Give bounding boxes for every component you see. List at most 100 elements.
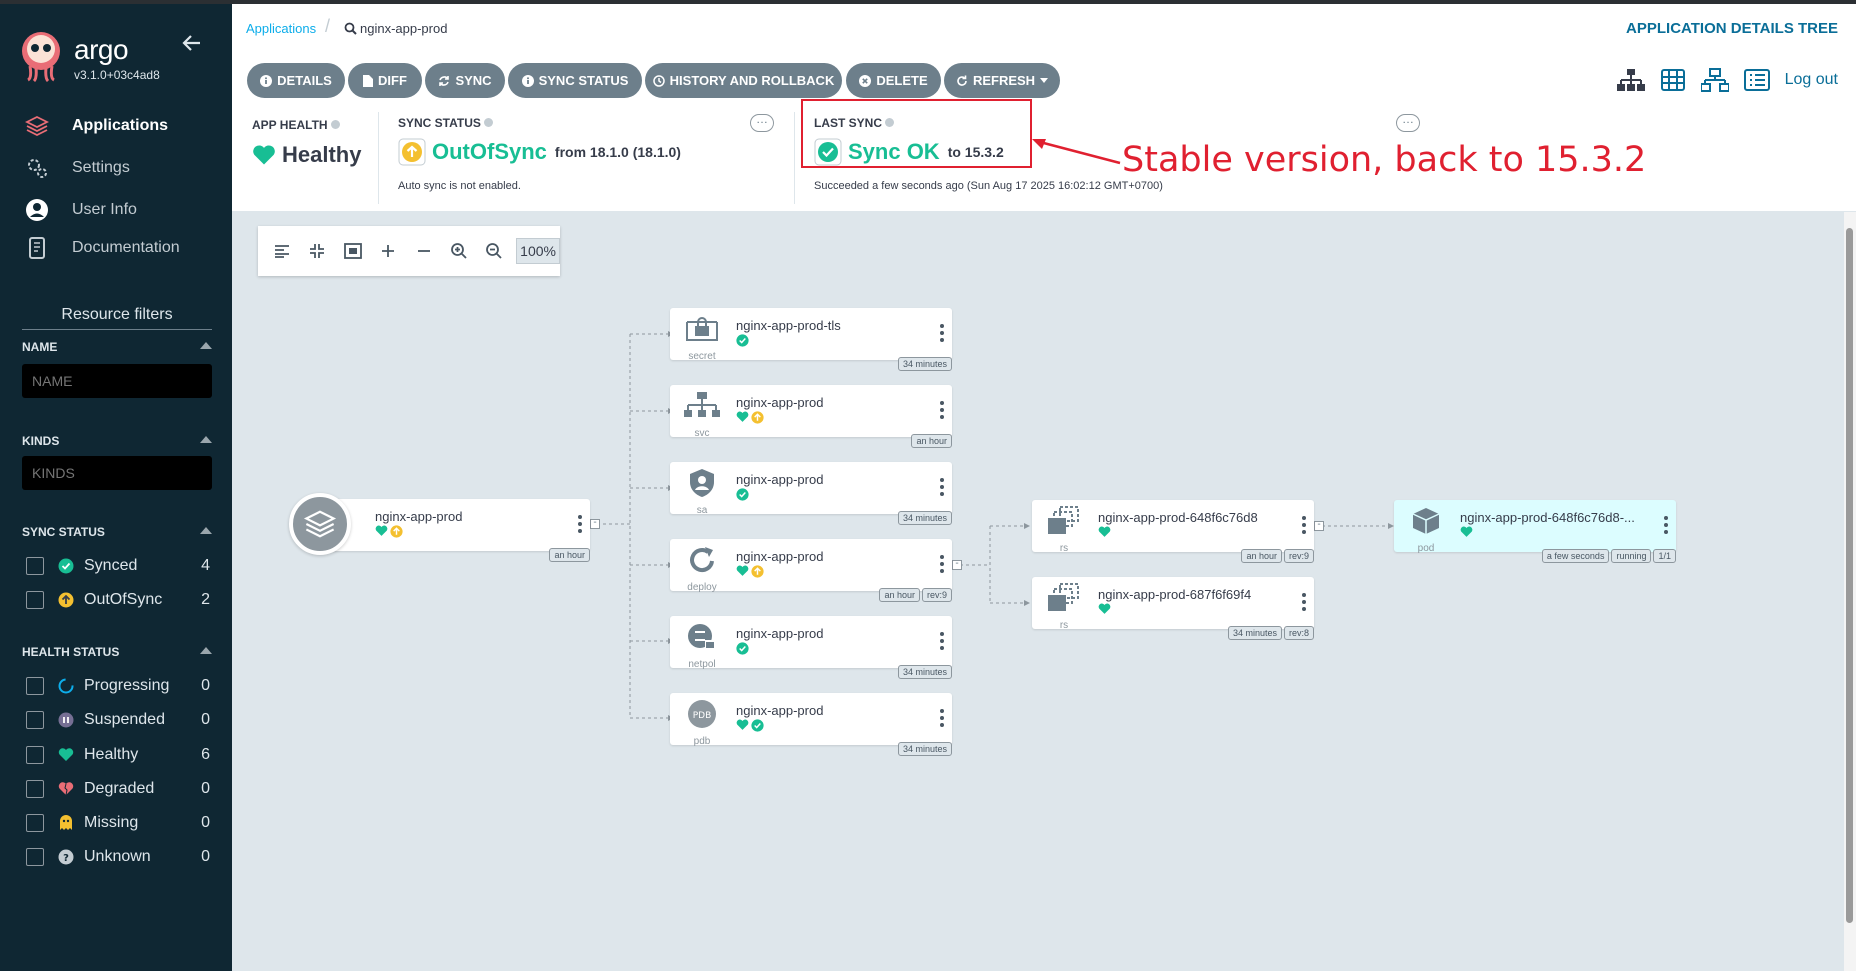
tag: rev:9 — [1283, 549, 1314, 563]
network-icon — [680, 391, 724, 431]
node-name: nginx-app-prod — [736, 472, 824, 487]
node-name: nginx-app-prod-tls — [736, 318, 841, 333]
node-menu-button[interactable] — [940, 401, 944, 419]
node-kind: netpol — [688, 659, 716, 670]
user-shield-icon — [680, 468, 724, 508]
node-name: nginx-app-prod-648f6c76d8-... — [1460, 510, 1635, 525]
resource-node-rs[interactable]: rs nginx-app-prod-687f6f69f4 34 minutes r… — [1032, 577, 1314, 640]
check-circle-icon — [736, 334, 749, 347]
resource-node-rs[interactable]: rs nginx-app-prod-648f6c76d8 an hour rev:… — [1032, 500, 1314, 563]
node-name: nginx-app-prod-648f6c76d8 — [1098, 510, 1258, 525]
heart-icon — [375, 525, 388, 536]
node-status-icons — [736, 334, 749, 347]
copy-stack-icon — [1042, 506, 1086, 546]
heart-icon — [736, 719, 749, 730]
node-name: nginx-app-prod — [736, 395, 824, 410]
node-tags: 34 minutes — [897, 742, 952, 756]
node-tags: 34 minutes — [897, 357, 952, 371]
tag: 1/1 — [1653, 549, 1676, 563]
node-status-icons — [1460, 526, 1473, 538]
pdb-badge-icon: PDB — [680, 699, 724, 739]
node-menu-button[interactable] — [1664, 516, 1668, 534]
node-tags: 34 minutes rev:8 — [1227, 626, 1314, 640]
resource-node-pod[interactable]: pod nginx-app-prod-648f6c76d8-... a few … — [1394, 500, 1676, 563]
node-menu-button[interactable] — [1302, 516, 1306, 534]
node-status-icons — [736, 719, 764, 732]
resource-node-pdb[interactable]: PDB pdb nginx-app-prod 34 minutes — [670, 693, 952, 756]
tag: 34 minutes — [897, 357, 952, 371]
tag: 34 minutes — [897, 665, 952, 679]
tag: rev:9 — [921, 588, 952, 602]
node-menu-button[interactable] — [940, 478, 944, 496]
tag: an hour — [549, 548, 590, 562]
redo-icon — [680, 545, 724, 585]
node-name: nginx-app-prod — [375, 509, 463, 524]
node-tags: an hour rev:9 — [1241, 549, 1314, 563]
heart-icon — [1460, 526, 1473, 537]
arrow-up-circle-icon — [751, 565, 764, 578]
heart-icon — [736, 411, 749, 422]
node-menu-button[interactable] — [940, 555, 944, 573]
node-status-icons — [375, 525, 403, 538]
application-node-icon — [289, 493, 351, 555]
node-kind: deploy — [687, 582, 717, 593]
node-name: nginx-app-prod — [736, 549, 824, 564]
heart-icon — [1098, 603, 1111, 614]
node-kind: rs — [1059, 620, 1069, 631]
tag: 34 minutes — [897, 511, 952, 525]
node-status-icons — [736, 411, 764, 424]
node-status-icons — [736, 488, 749, 501]
cube-icon — [1404, 506, 1448, 546]
arrow-up-circle-icon — [390, 525, 403, 538]
node-menu-button[interactable] — [940, 632, 944, 650]
node-kind: rs — [1059, 543, 1069, 554]
collapse-node-button[interactable]: - — [590, 518, 600, 529]
node-tags: an hour rev:9 — [879, 588, 952, 602]
node-tags: 34 minutes — [897, 511, 952, 525]
node-kind: sa — [696, 505, 708, 516]
heart-icon — [1098, 526, 1111, 537]
tag: an hour — [879, 588, 920, 602]
check-circle-icon — [751, 719, 764, 732]
tag: 34 minutes — [1227, 626, 1282, 640]
node-status-icons — [736, 565, 764, 578]
tag: running — [1611, 549, 1652, 563]
node-menu-button[interactable] — [940, 324, 944, 342]
node-status-icons — [1098, 526, 1111, 538]
tag: 34 minutes — [897, 742, 952, 756]
tag: rev:8 — [1283, 626, 1314, 640]
network-lock-icon — [680, 622, 724, 662]
collapse-node-button[interactable]: - — [952, 559, 962, 570]
node-kind: svc — [694, 428, 710, 439]
layers-icon — [303, 510, 337, 538]
node-name: nginx-app-prod — [736, 703, 824, 718]
resource-node-deploy[interactable]: deploy nginx-app-prod an hour rev:9 — [670, 539, 952, 602]
resource-node-secret[interactable]: secret nginx-app-prod-tls 34 minutes — [670, 308, 952, 371]
node-menu-button[interactable] — [1302, 593, 1306, 611]
tag: an hour — [1241, 549, 1282, 563]
tag: an hour — [911, 434, 952, 448]
arrow-up-circle-icon — [751, 411, 764, 424]
resource-node-sa[interactable]: sa nginx-app-prod 34 minutes — [670, 462, 952, 525]
node-menu-button[interactable] — [940, 709, 944, 727]
copy-stack-icon — [1042, 583, 1086, 623]
application-node[interactable]: nginx-app-prod an hour — [318, 499, 590, 562]
node-kind: pdb — [693, 736, 711, 747]
svg-text:PDB: PDB — [693, 711, 712, 721]
lock-icon — [680, 314, 724, 354]
collapse-node-button[interactable]: - — [1314, 520, 1324, 531]
heart-icon — [736, 565, 749, 576]
node-kind: secret — [688, 351, 716, 362]
node-name: nginx-app-prod-687f6f69f4 — [1098, 587, 1252, 602]
resource-node-svc[interactable]: svc nginx-app-prod an hour — [670, 385, 952, 448]
check-circle-icon — [736, 488, 749, 501]
node-kind: pod — [1417, 543, 1435, 554]
node-tags: a few seconds running 1/1 — [1541, 549, 1676, 563]
node-menu-button[interactable] — [578, 515, 582, 533]
node-tags: 34 minutes — [897, 665, 952, 679]
node-status-icons — [736, 642, 749, 655]
node-tags: an hour — [549, 548, 590, 562]
tag: a few seconds — [1541, 549, 1610, 563]
resource-node-netpol[interactable]: netpol nginx-app-prod 34 minutes — [670, 616, 952, 679]
node-status-icons — [1098, 603, 1111, 615]
